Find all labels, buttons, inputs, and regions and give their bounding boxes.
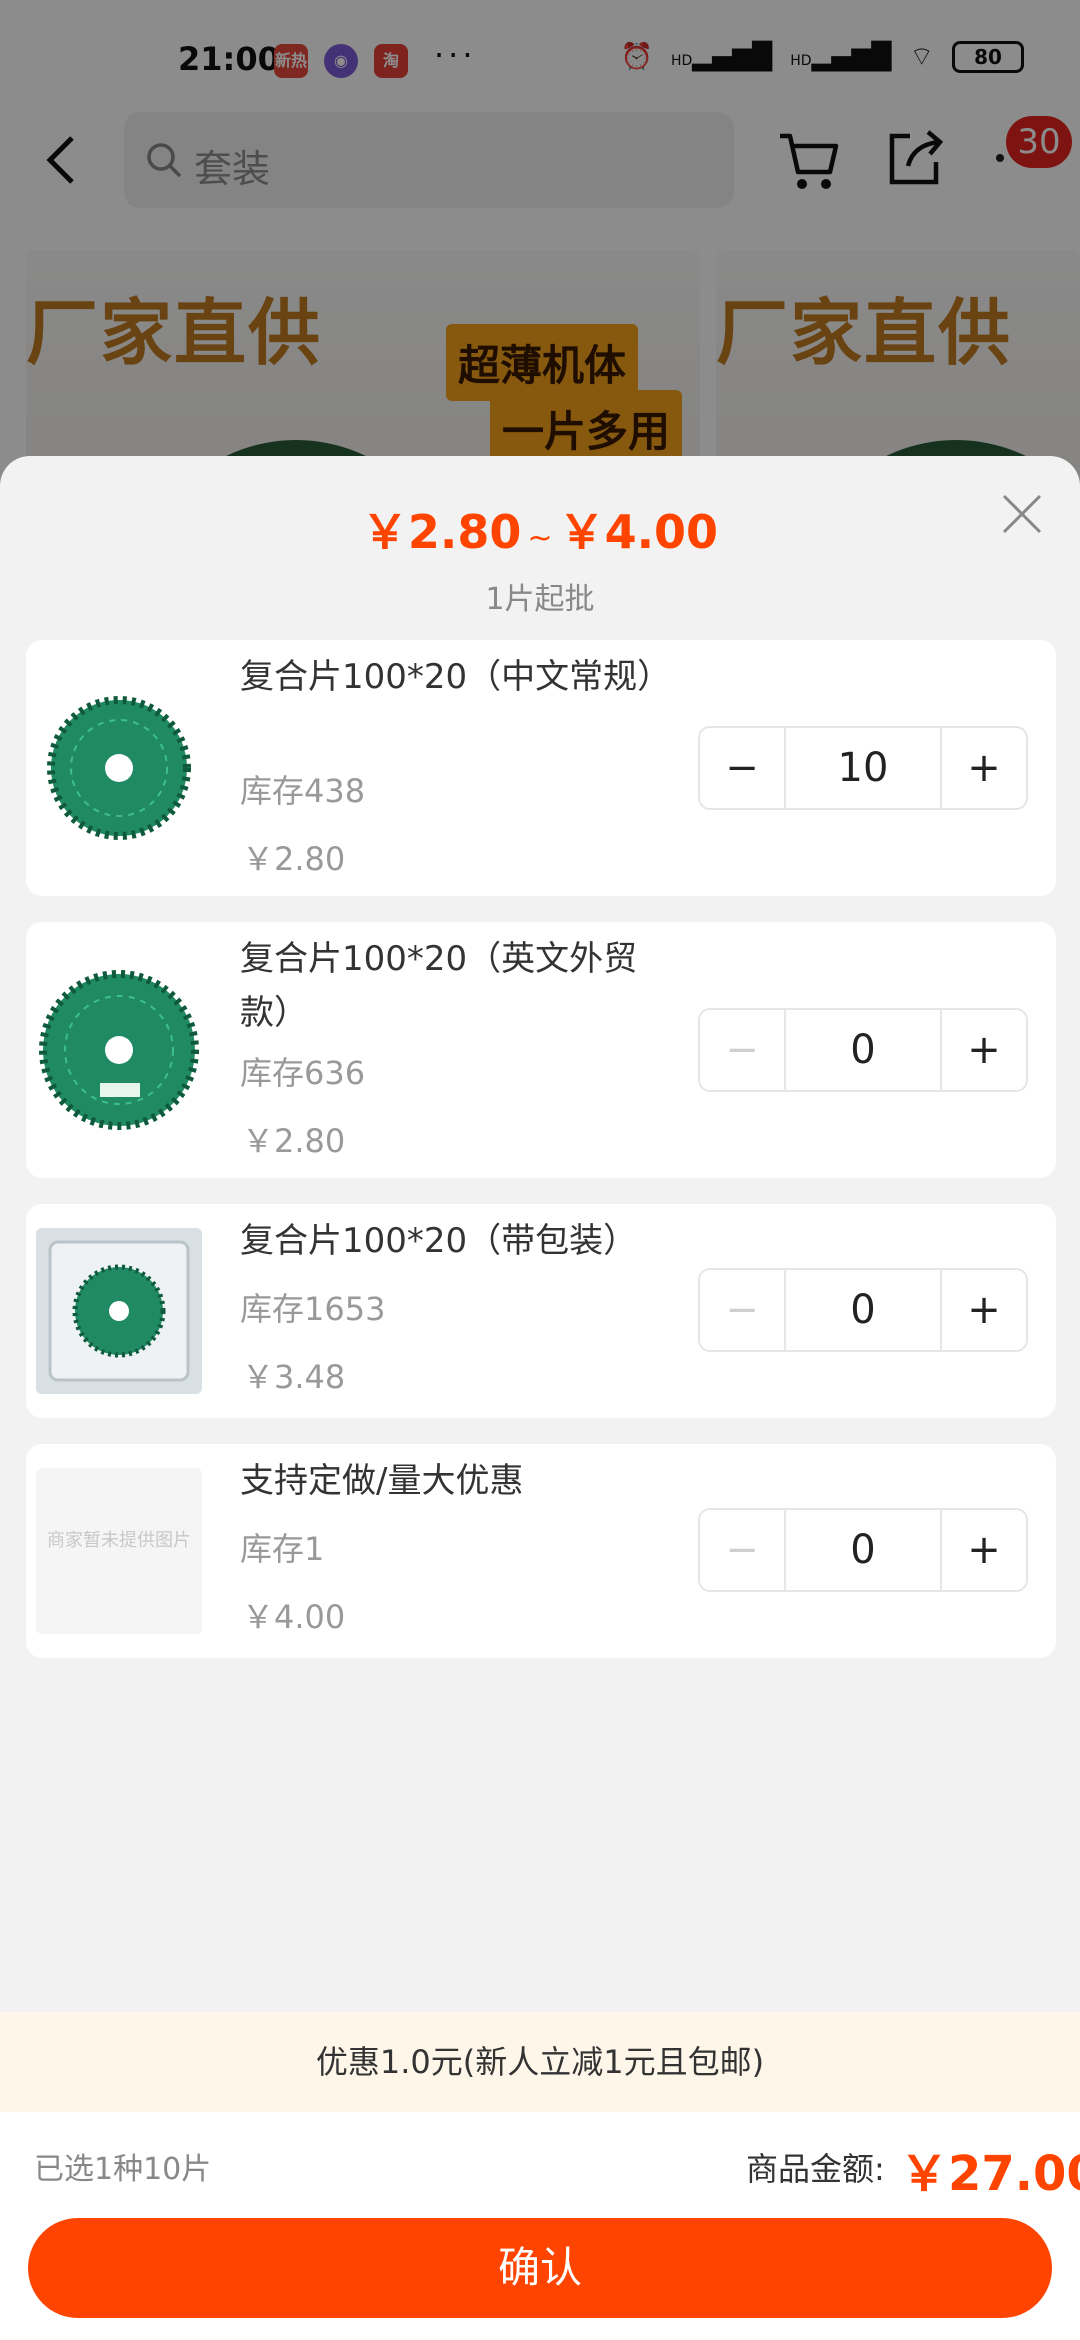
decrease-button[interactable]: − <box>700 1010 784 1090</box>
decrease-button[interactable]: − <box>700 1270 784 1350</box>
checkout-footer: 已选1种10片 商品金额: ￥27.00 确认 <box>0 2112 1080 2340</box>
quantity-stepper: − 0 + <box>698 1008 1028 1092</box>
selected-summary: 已选1种10片 <box>34 2152 212 2187</box>
sku-thumbnail[interactable] <box>36 1228 202 1394</box>
quantity-stepper: − 0 + <box>698 1508 1028 1592</box>
increase-button[interactable]: + <box>942 1010 1026 1090</box>
sku-item: 复合片100*20（中文常规） 库存438 ￥2.80 − 10 + <box>26 640 1056 896</box>
sku-name: 复合片100*20（中文常规） <box>240 657 672 697</box>
sku-name: 支持定做/量大优惠 <box>240 1461 524 1501</box>
total-label: 商品金额: <box>746 2150 885 2188</box>
decrease-button[interactable]: − <box>700 728 784 808</box>
packaged-disc-image <box>36 1228 202 1394</box>
quantity-input[interactable]: 0 <box>784 1270 942 1350</box>
cutting-disc-image <box>47 696 191 840</box>
sku-item: 复合片100*20（带包装） 库存1653 ￥3.48 − 0 + <box>26 1204 1056 1418</box>
quantity-input[interactable]: 0 <box>784 1010 942 1090</box>
sku-price: ￥2.80 <box>242 1122 346 1160</box>
total-amount: ￥27.00 <box>900 2146 1080 2202</box>
price-separator: ~ <box>527 521 553 556</box>
min-order-label: 1片起批 <box>485 582 595 617</box>
decrease-button[interactable]: − <box>700 1510 784 1590</box>
sku-thumbnail-placeholder[interactable]: 商家暂未提供图片 <box>36 1468 202 1634</box>
sku-name: 复合片100*20（带包装） <box>240 1221 638 1261</box>
sku-thumbnail[interactable] <box>36 967 202 1133</box>
quantity-stepper: − 10 + <box>698 726 1028 810</box>
close-icon[interactable] <box>1000 492 1044 536</box>
sku-list: 复合片100*20（中文常规） 库存438 ￥2.80 − 10 + 复合片10… <box>26 640 1056 1684</box>
quantity-input[interactable]: 0 <box>784 1510 942 1590</box>
sku-price: ￥3.48 <box>242 1358 346 1396</box>
quantity-stepper: − 0 + <box>698 1268 1028 1352</box>
increase-button[interactable]: + <box>942 1510 1026 1590</box>
quantity-input[interactable]: 10 <box>784 728 942 808</box>
sku-bottom-sheet: ￥2.80 ~ ￥4.00 1片起批 复合片100*20（中文常规） 库存438 ￥… <box>0 456 1080 2340</box>
sku-stock: 库存636 <box>240 1054 366 1092</box>
sku-item: 商家暂未提供图片 支持定做/量大优惠 库存1 ￥4.00 − 0 + <box>26 1444 1056 1658</box>
price-max: ￥4.00 <box>558 505 719 559</box>
sku-stock: 库存1653 <box>240 1290 386 1328</box>
promotion-banner: 优惠1.0元(新人立减1元且包邮) <box>0 2012 1080 2112</box>
sku-name: 复合片100*20（英文外贸款） <box>240 939 638 1033</box>
sku-price: ￥4.00 <box>242 1598 346 1636</box>
sku-stock: 库存438 <box>240 772 366 810</box>
sku-item: 复合片100*20（英文外贸款） 库存636 ￥2.80 − 0 + <box>26 922 1056 1178</box>
sku-price: ￥2.80 <box>242 840 346 878</box>
confirm-button[interactable]: 确认 <box>28 2218 1052 2318</box>
price-range: ￥2.80 ~ ￥4.00 <box>0 496 1080 562</box>
increase-button[interactable]: + <box>942 1270 1026 1350</box>
sku-stock: 库存1 <box>240 1530 325 1568</box>
sku-thumbnail[interactable] <box>36 685 202 851</box>
cutting-disc-image <box>39 970 199 1130</box>
price-min: ￥2.80 <box>361 505 522 559</box>
increase-button[interactable]: + <box>942 728 1026 808</box>
